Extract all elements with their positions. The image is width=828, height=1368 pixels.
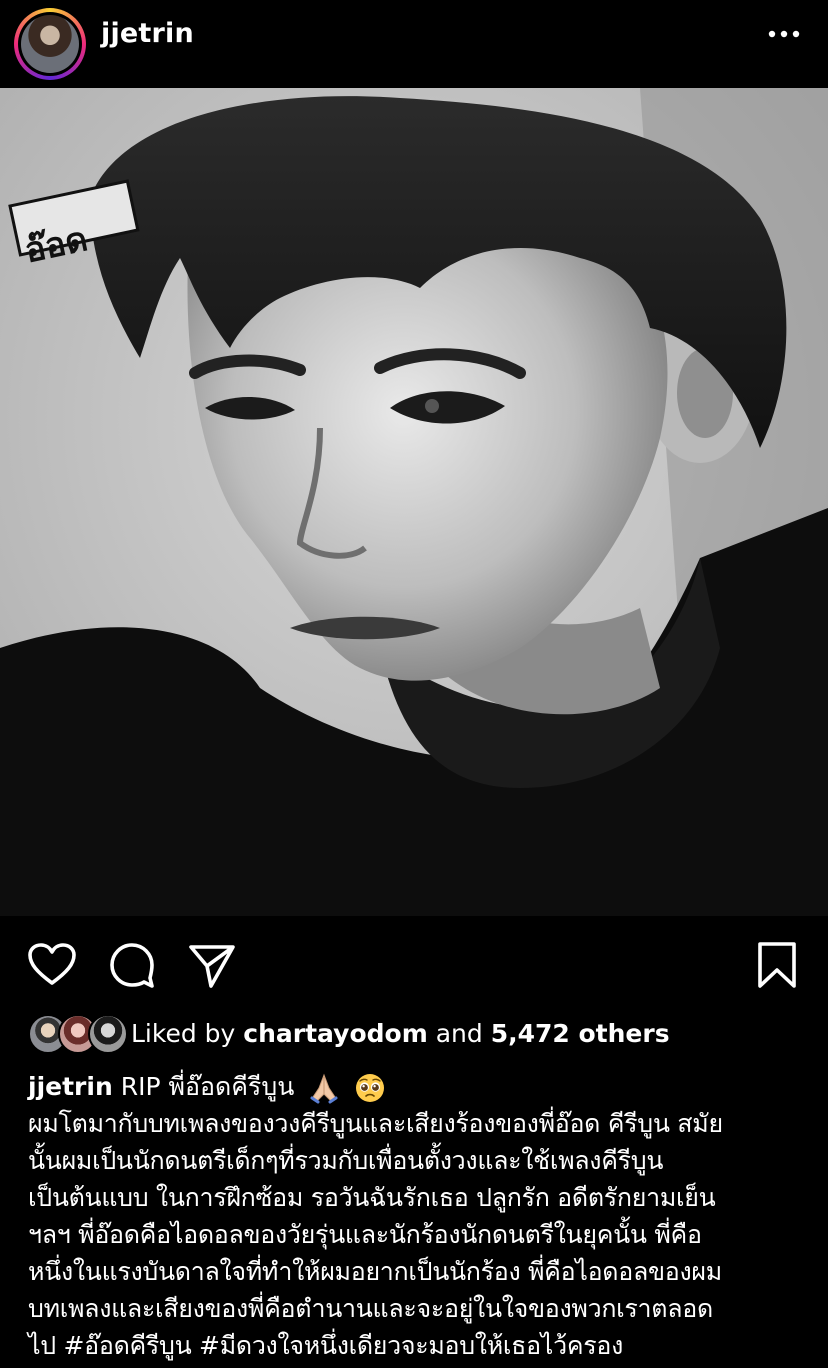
likes-prefix: Liked by — [131, 1019, 236, 1048]
bookmark-icon[interactable] — [752, 940, 802, 990]
liker-avatar — [88, 1014, 128, 1054]
likes-count[interactable]: 5,472 others — [491, 1019, 670, 1048]
caption-line: ผมโตมากับบทเพลงของวงคีรีบูนและเสียงร้องข… — [28, 1109, 723, 1138]
caption-line: บทเพลงและเสียงของพี่คือตำนานและจะอยู่ในใ… — [28, 1294, 713, 1323]
action-bar — [0, 930, 828, 1000]
caption-username[interactable]: jjetrin — [28, 1072, 113, 1101]
likes-and: and — [435, 1019, 483, 1048]
caption: jjetrin RIP พี่อ๊อดคีรีบูน ผมโตมากับบทเพ… — [28, 1068, 808, 1364]
caption-title: RIP พี่อ๊อดคีรีบูน — [120, 1072, 295, 1101]
heart-icon[interactable] — [27, 940, 77, 990]
caption-first-line: jjetrin RIP พี่อ๊อดคีรีบูน — [28, 1068, 808, 1105]
folded-hands-emoji — [310, 1073, 338, 1104]
caption-line: นั้นผมเป็นนักดนตรีเด็กๆที่รวมกับเพื่อนตั… — [28, 1146, 664, 1175]
username[interactable]: jjetrin — [101, 18, 194, 49]
comment-icon[interactable] — [107, 940, 157, 990]
caption-line: ฯลฯ พี่อ๊อดคือไอดอลของวัยรุ่นและนักร้องน… — [28, 1220, 702, 1249]
caption-line: ไป #อ๊อดคีรีบูน #มีดวงใจหนึ่งเดียวจะมอบใ… — [28, 1331, 623, 1360]
likes-row[interactable]: Liked by chartayodom and 5,472 others — [0, 1010, 828, 1058]
post-photo[interactable]: อ๊อด — [0, 88, 828, 916]
portrait-image: อ๊อด — [0, 88, 828, 916]
avatar[interactable] — [18, 12, 82, 76]
liker-avatars — [28, 1014, 128, 1054]
more-horizontal-icon[interactable] — [768, 24, 800, 44]
avatar-image — [21, 15, 79, 73]
post-header: jjetrin — [0, 0, 828, 88]
likes-text: Liked by chartayodom and 5,472 others — [131, 1019, 670, 1048]
liker-username[interactable]: chartayodom — [243, 1019, 427, 1048]
caption-line: หนึ่งในแรงบันดาลใจที่ทำให้ผมอยากเป็นนักร… — [28, 1257, 722, 1286]
caption-line: เป็นต้นแบบ ในการฝึกซ้อม รอวันฉันรักเธอ ป… — [28, 1183, 716, 1212]
send-icon[interactable] — [187, 940, 237, 990]
story-ring[interactable] — [14, 8, 86, 80]
pleading-face-emoji — [356, 1074, 385, 1102]
